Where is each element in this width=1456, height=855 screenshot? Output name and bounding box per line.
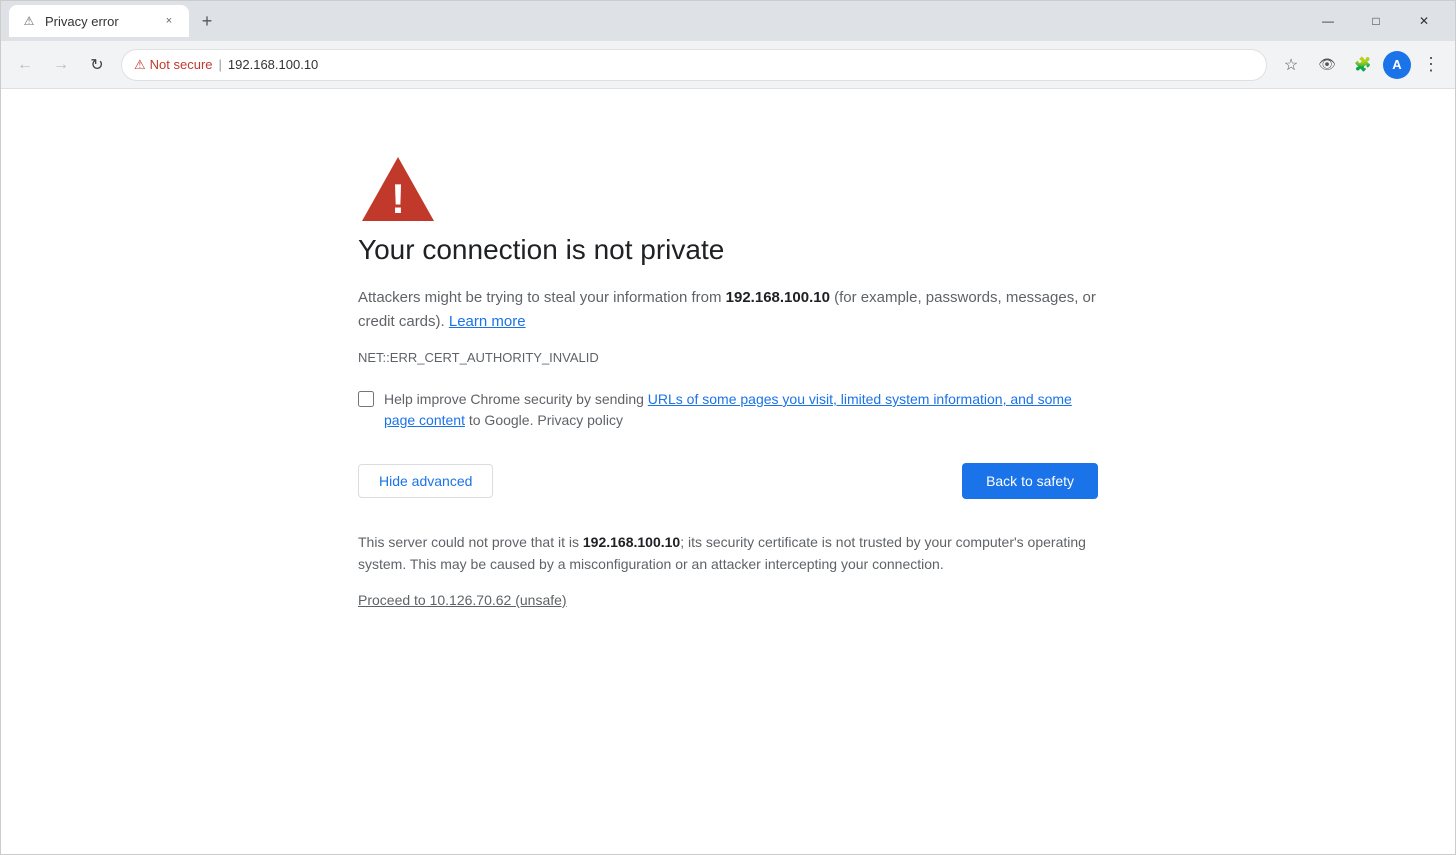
back-button[interactable]: ← [9,49,41,81]
profile-button[interactable]: A [1383,51,1411,79]
extension-icon: 🧩 [1354,56,1371,73]
advanced-text-part1: This server could not prove that it is [358,534,583,550]
address-url: 192.168.100.10 [228,57,318,72]
checkbox-text-part1: Help improve Chrome security by sending [384,391,648,407]
nav-right-controls: ☆ 👁 🧩 A ⋮ [1275,49,1447,81]
star-icon: ☆ [1284,55,1298,75]
nav-bar: ← → ↻ ⚠ Not secure | 192.168.100.10 ☆ 👁 … [1,41,1455,89]
advanced-text-ip: 192.168.100.10 [583,534,680,550]
error-title: Your connection is not private [358,234,1098,266]
checkbox-text-part2: to Google. [465,412,537,428]
error-container: ! Your connection is not private Attacke… [358,149,1098,610]
maximize-button[interactable]: □ [1353,5,1399,37]
title-bar-left: ⚠ Privacy error × + [9,5,1305,37]
profile-initial: A [1392,57,1401,72]
error-code: NET::ERR_CERT_AUTHORITY_INVALID [358,350,1098,365]
advanced-text: This server could not prove that it is 1… [358,531,1098,576]
not-secure-label: Not secure [150,57,213,72]
not-secure-indicator: ⚠ Not secure [134,57,213,73]
close-button[interactable]: ✕ [1401,5,1447,37]
back-to-safety-button[interactable]: Back to safety [962,463,1098,499]
svg-text:!: ! [391,175,405,222]
extension-button[interactable]: 🧩 [1347,49,1379,81]
tab-close-button[interactable]: × [161,13,177,29]
warning-icon-small: ⚠ [134,57,146,73]
reader-icon: 👁 [1318,56,1336,73]
page-content: ! Your connection is not private Attacke… [1,89,1455,854]
warning-triangle-icon: ! [358,149,1098,234]
description-part1: Attackers might be trying to steal your … [358,289,726,306]
checkbox-label: Help improve Chrome security by sending … [384,389,1098,431]
learn-more-link[interactable]: Learn more [449,313,526,330]
privacy-policy-link[interactable]: Privacy policy [537,412,623,428]
send-urls-checkbox[interactable] [358,391,374,407]
error-description: Attackers might be trying to steal your … [358,286,1098,334]
checkbox-section: Help improve Chrome security by sending … [358,389,1098,431]
reload-button[interactable]: ↻ [81,49,113,81]
description-ip: 192.168.100.10 [726,289,830,306]
tab-favicon-icon: ⚠ [21,13,37,29]
forward-button[interactable]: → [45,49,77,81]
button-row: Hide advanced Back to safety [358,463,1098,499]
reader-mode-button[interactable]: 👁 [1311,49,1343,81]
reload-icon: ↻ [90,55,103,75]
menu-icon: ⋮ [1422,54,1440,75]
minimize-button[interactable]: — [1305,5,1351,37]
address-separator: | [219,57,222,72]
menu-button[interactable]: ⋮ [1415,49,1447,81]
browser-tab[interactable]: ⚠ Privacy error × [9,5,189,37]
browser-window: ⚠ Privacy error × + — □ ✕ ← → ↻ ⚠ Not se… [0,0,1456,855]
hide-advanced-button[interactable]: Hide advanced [358,464,493,498]
address-bar[interactable]: ⚠ Not secure | 192.168.100.10 [121,49,1267,81]
window-controls: — □ ✕ [1305,5,1447,37]
tab-title: Privacy error [45,14,153,29]
title-bar: ⚠ Privacy error × + — □ ✕ [1,1,1455,41]
back-icon: ← [17,56,33,74]
forward-icon: → [53,56,69,74]
proceed-link[interactable]: Proceed to 10.126.70.62 (unsafe) [358,592,567,608]
new-tab-button[interactable]: + [193,7,221,35]
bookmark-button[interactable]: ☆ [1275,49,1307,81]
